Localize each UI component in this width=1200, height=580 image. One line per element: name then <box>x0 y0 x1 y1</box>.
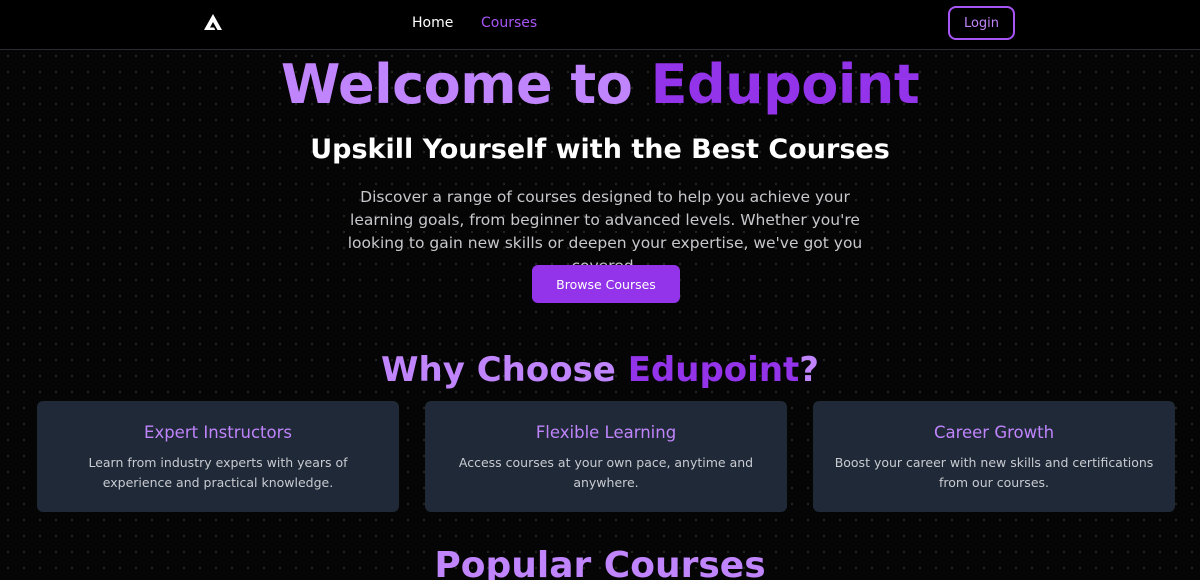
hero-title-prefix: Welcome to <box>280 53 651 116</box>
why-heading-brand: Edupoint <box>627 350 800 390</box>
feature-card-title: Expert Instructors <box>144 423 292 442</box>
hero-title-brand: Edupoint <box>650 53 920 116</box>
feature-card-description: Boost your career with new skills and ce… <box>834 455 1154 490</box>
hero-title: Welcome to Edupoint <box>0 52 1200 118</box>
browse-courses-button[interactable]: Browse Courses <box>532 265 680 303</box>
feature-card-career-growth: Career Growth Boost your career with new… <box>813 401 1175 512</box>
feature-card-description: Access courses at your own pace, anytime… <box>458 455 754 490</box>
nav-link-home[interactable]: Home <box>412 15 453 31</box>
feature-card-flexible-learning: Flexible Learning Access courses at your… <box>425 401 787 512</box>
feature-card-description: Learn from industry experts with years o… <box>88 455 348 490</box>
why-choose-heading: Why Choose Edupoint? <box>0 347 1200 393</box>
feature-card-expert-instructors: Expert Instructors Learn from industry e… <box>37 401 399 512</box>
triangle-logo-icon[interactable] <box>203 13 223 31</box>
hero-subtitle: Upskill Yourself with the Best Courses <box>310 134 890 165</box>
nav-link-courses[interactable]: Courses <box>481 15 537 31</box>
feature-card-title: Career Growth <box>933 423 1055 442</box>
login-button[interactable]: Login <box>948 6 1015 40</box>
why-heading-suffix: ? <box>799 350 820 390</box>
why-heading-prefix: Why Choose <box>380 350 628 390</box>
popular-courses-heading: Popular Courses <box>434 545 766 580</box>
feature-card-title: Flexible Learning <box>535 423 677 442</box>
top-navbar: Home Courses Login <box>0 0 1200 50</box>
